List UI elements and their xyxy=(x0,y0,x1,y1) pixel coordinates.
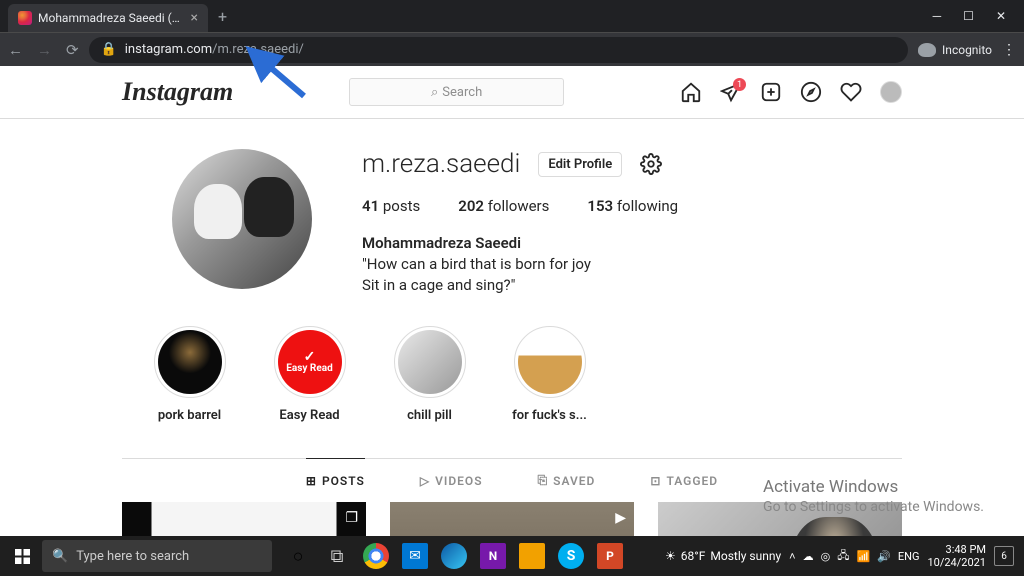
back-icon[interactable]: ← xyxy=(8,41,23,59)
instagram-favicon xyxy=(18,11,32,25)
close-window-icon[interactable]: ✕ xyxy=(996,9,1006,23)
task-view-icon[interactable]: ⧉ xyxy=(319,538,355,574)
chevron-up-icon[interactable]: ˄ xyxy=(789,550,795,563)
cortana-icon[interactable]: ○ xyxy=(280,538,316,574)
edge-icon[interactable] xyxy=(441,543,467,569)
tab-bar: Mohammadreza Saeedi (@m.rez… × + ─ ☐ ✕ xyxy=(0,0,1024,32)
windows-watermark: Activate Windows Go to Settings to activ… xyxy=(763,476,984,516)
language-indicator[interactable]: ENG xyxy=(898,550,920,563)
post-thumbnail[interactable]: ❐ xyxy=(122,502,366,536)
profile-bio: Mohammadreza Saeedi "How can a bird that… xyxy=(362,233,902,296)
incognito-indicator[interactable]: Incognito xyxy=(918,43,992,57)
taskbar-search[interactable]: 🔍 Type here to search xyxy=(42,540,272,572)
chrome-icon[interactable] xyxy=(363,543,389,569)
tab-posts[interactable]: ⊞POSTS xyxy=(306,458,365,502)
minimize-icon[interactable]: ─ xyxy=(933,9,942,23)
search-input[interactable]: ⌕ Search xyxy=(349,78,564,106)
incognito-icon xyxy=(918,43,936,57)
lock-icon: 🔒 xyxy=(101,42,117,57)
start-button[interactable] xyxy=(4,538,40,574)
video-icon: ▶ xyxy=(615,510,626,526)
sun-icon: ☀ xyxy=(665,549,676,563)
powerpoint-icon[interactable]: P xyxy=(597,543,623,569)
messenger-icon[interactable]: 1 xyxy=(720,81,742,103)
post-thumbnail[interactable]: ▶ xyxy=(390,502,634,536)
volume-icon[interactable]: 🔊 xyxy=(877,550,891,563)
following-stat[interactable]: 153 following xyxy=(587,197,678,215)
taskbar: 🔍 Type here to search ○ ⧉ ✉ N S P ☀ 68°F… xyxy=(0,536,1024,576)
tab-saved[interactable]: ⎘SAVED xyxy=(538,459,596,502)
settings-icon[interactable] xyxy=(640,153,662,175)
profile-avatar[interactable] xyxy=(172,149,312,289)
reload-icon[interactable]: ⟳ xyxy=(66,41,79,59)
search-icon: 🔍 xyxy=(52,549,68,564)
browser-menu-icon[interactable]: ⋮ xyxy=(1002,42,1016,58)
highlight-item[interactable]: chill pill xyxy=(387,326,472,423)
url-input[interactable]: 🔒 instagram.com/m.reza.saeedi/ xyxy=(89,37,908,63)
clock[interactable]: 3:48 PM 10/24/2021 xyxy=(927,543,986,569)
followers-stat[interactable]: 202 followers xyxy=(458,197,549,215)
browser-tab[interactable]: Mohammadreza Saeedi (@m.rez… × xyxy=(8,4,208,32)
wifi-icon[interactable]: 📶 xyxy=(856,550,870,563)
onedrive-icon[interactable]: ☁ xyxy=(803,550,814,563)
weather-widget[interactable]: ☀ 68°F Mostly sunny xyxy=(665,549,781,563)
address-bar: ← → ⟳ 🔒 instagram.com/m.reza.saeedi/ Inc… xyxy=(0,32,1024,66)
instagram-logo[interactable]: Instagram xyxy=(122,77,233,107)
tab-title: Mohammadreza Saeedi (@m.rez… xyxy=(38,11,185,25)
posts-stat: 41 posts xyxy=(362,197,420,215)
mail-icon[interactable]: ✉ xyxy=(402,543,428,569)
explore-icon[interactable] xyxy=(800,81,822,103)
highlight-item[interactable]: pork barrel xyxy=(147,326,232,423)
instagram-header: Instagram ⌕ Search 1 xyxy=(0,66,1024,119)
new-post-icon[interactable] xyxy=(760,81,782,103)
new-tab-button[interactable]: + xyxy=(218,7,227,26)
carousel-icon: ❐ xyxy=(345,510,358,526)
search-icon: ⌕ xyxy=(431,85,438,100)
highlight-item[interactable]: for fuck's s... xyxy=(507,326,592,423)
highlight-item[interactable]: Easy Read Easy Read xyxy=(267,326,352,423)
maximize-icon[interactable]: ☐ xyxy=(963,9,974,23)
home-icon[interactable] xyxy=(680,81,702,103)
close-tab-icon[interactable]: × xyxy=(191,10,198,26)
forward-icon[interactable]: → xyxy=(37,41,52,59)
profile-avatar-small[interactable] xyxy=(880,81,902,103)
app-icon[interactable] xyxy=(519,543,545,569)
edit-profile-button[interactable]: Edit Profile xyxy=(538,152,622,177)
notification-badge: 1 xyxy=(733,78,746,91)
onenote-icon[interactable]: N xyxy=(480,543,506,569)
location-icon[interactable]: ◎ xyxy=(821,550,831,563)
tab-tagged[interactable]: ⊡TAGGED xyxy=(650,459,718,502)
action-center-icon[interactable]: 6 xyxy=(994,546,1014,566)
tab-videos[interactable]: ▷VIDEOS xyxy=(420,459,483,502)
network-icon[interactable]: 🖧 xyxy=(837,547,849,566)
activity-icon[interactable] xyxy=(840,81,862,103)
username: m.reza.saeedi xyxy=(362,149,520,179)
skype-icon[interactable]: S xyxy=(558,543,584,569)
